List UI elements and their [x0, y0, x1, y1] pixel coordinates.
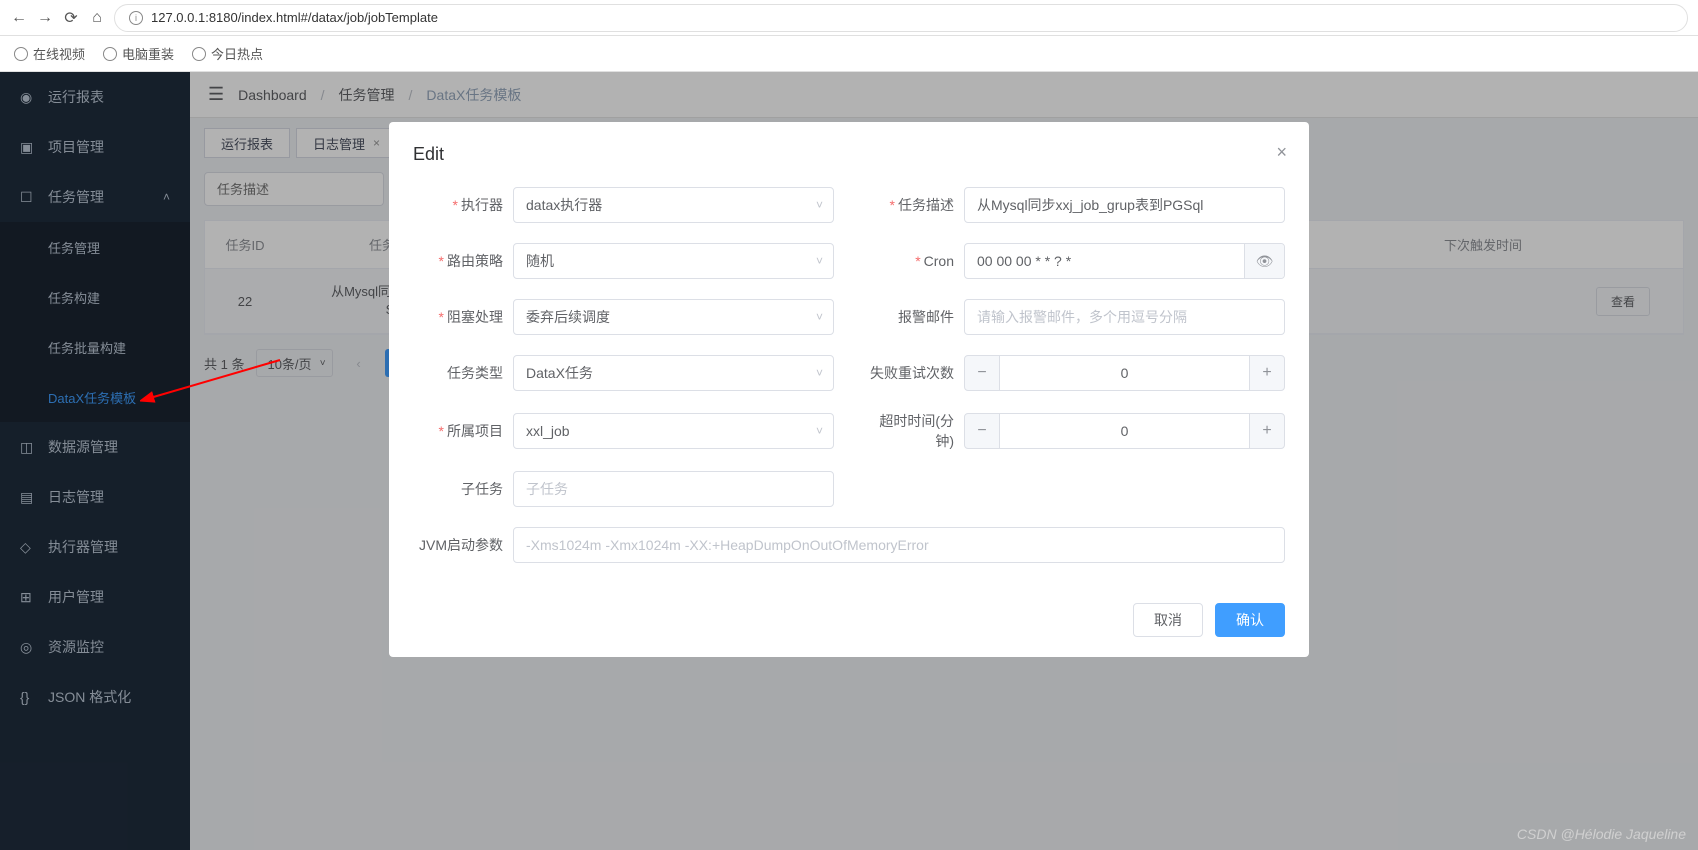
edit-modal: Edit × *执行器 datax执行器˅ *任务描述 *路由策略 随机˅ *C…	[389, 122, 1309, 657]
cancel-button[interactable]: 取消	[1133, 603, 1203, 637]
chevron-down-icon: ˅	[816, 198, 823, 212]
label-retry: 失败重试次数	[864, 363, 954, 383]
decrease-button[interactable]: −	[964, 413, 1000, 449]
label-executor: *执行器	[413, 195, 503, 215]
executor-select[interactable]: datax执行器˅	[513, 187, 834, 223]
chevron-down-icon: ˅	[816, 424, 823, 438]
bookmark-video[interactable]: 在线视频	[14, 44, 85, 63]
modal-close-button[interactable]: ×	[1276, 142, 1287, 163]
label-project: *所属项目	[413, 421, 503, 441]
alert-input[interactable]	[964, 299, 1285, 335]
back-icon[interactable]: ←	[10, 9, 28, 27]
chevron-down-icon: ˅	[816, 310, 823, 324]
type-select[interactable]: DataX任务˅	[513, 355, 834, 391]
modal-overlay[interactable]: Edit × *执行器 datax执行器˅ *任务描述 *路由策略 随机˅ *C…	[0, 72, 1698, 850]
label-type: 任务类型	[413, 363, 503, 383]
jvm-input[interactable]	[513, 527, 1285, 563]
label-cron: *Cron	[864, 253, 954, 269]
label-route: *路由策略	[413, 251, 503, 271]
label-timeout: 超时时间(分钟)	[864, 411, 954, 451]
home-icon[interactable]: ⌂	[88, 9, 106, 27]
info-icon: i	[129, 11, 143, 25]
desc-input[interactable]	[964, 187, 1285, 223]
modal-title: Edit	[413, 144, 1285, 165]
globe-icon	[103, 47, 117, 61]
forward-icon[interactable]: →	[36, 9, 54, 27]
globe-icon	[14, 47, 28, 61]
increase-button[interactable]: +	[1249, 355, 1285, 391]
route-select[interactable]: 随机˅	[513, 243, 834, 279]
label-alert: 报警邮件	[864, 307, 954, 327]
eye-icon[interactable]: 👁	[1244, 244, 1284, 278]
block-select[interactable]: 委弃后续调度˅	[513, 299, 834, 335]
cron-input[interactable]: 👁	[964, 243, 1285, 279]
url-text: 127.0.0.1:8180/index.html#/datax/job/job…	[151, 10, 438, 25]
watermark: CSDN @Hélodie Jaqueline	[1517, 826, 1686, 842]
browser-navigation-bar: ← → ⟳ ⌂ i 127.0.0.1:8180/index.html#/dat…	[0, 0, 1698, 36]
retry-value[interactable]: 0	[1000, 355, 1249, 391]
bookmark-reinstall[interactable]: 电脑重装	[103, 44, 174, 63]
reload-icon[interactable]: ⟳	[62, 9, 80, 27]
bookmark-hot[interactable]: 今日热点	[192, 44, 263, 63]
bookmarks-bar: 在线视频 电脑重装 今日热点	[0, 36, 1698, 72]
globe-icon	[192, 47, 206, 61]
chevron-down-icon: ˅	[816, 254, 823, 268]
label-desc: *任务描述	[864, 195, 954, 215]
subtask-select[interactable]	[513, 471, 834, 507]
retry-stepper[interactable]: − 0 +	[964, 355, 1285, 391]
url-bar[interactable]: i 127.0.0.1:8180/index.html#/datax/job/j…	[114, 4, 1688, 32]
chevron-down-icon: ˅	[816, 366, 823, 380]
decrease-button[interactable]: −	[964, 355, 1000, 391]
timeout-value[interactable]: 0	[1000, 413, 1249, 449]
label-jvm: JVM启动参数	[413, 535, 503, 555]
project-select-modal[interactable]: xxl_job˅	[513, 413, 834, 449]
confirm-button[interactable]: 确认	[1215, 603, 1285, 637]
timeout-stepper[interactable]: − 0 +	[964, 413, 1285, 449]
label-subtask: 子任务	[413, 479, 503, 499]
increase-button[interactable]: +	[1249, 413, 1285, 449]
label-block: *阻塞处理	[413, 307, 503, 327]
